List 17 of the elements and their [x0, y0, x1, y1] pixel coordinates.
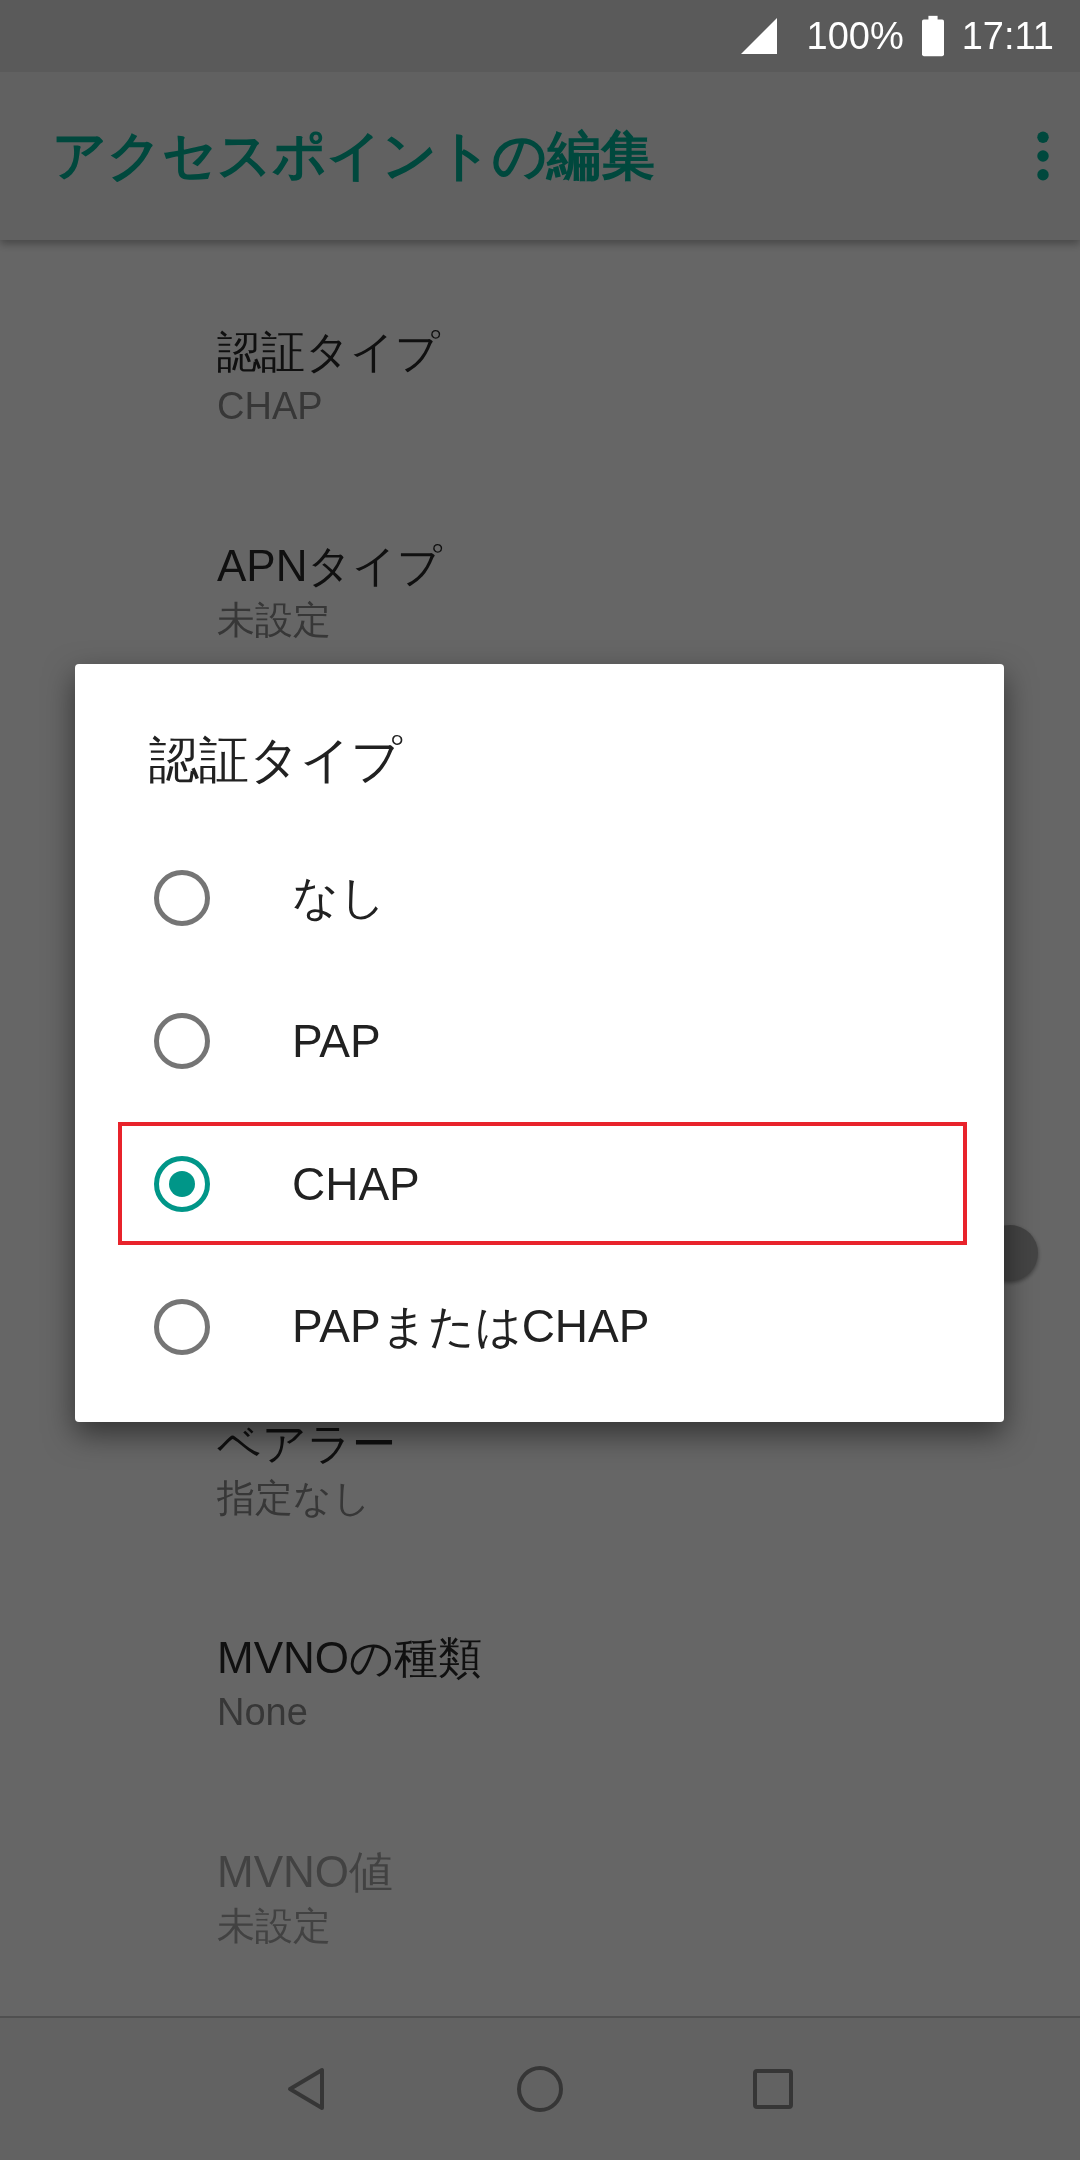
dialog-title: 認証タイプ	[149, 731, 402, 790]
clock: 17:11	[961, 14, 1054, 58]
radio-option[interactable]: PAP	[118, 979, 967, 1102]
screen-title: アクセスポイントの編集	[52, 123, 655, 187]
radio-option[interactable]: なし	[118, 836, 967, 959]
radio-option[interactable]: PAPまたはCHAP	[118, 1265, 967, 1388]
battery-percent: 100%	[806, 14, 904, 58]
radio-button[interactable]	[154, 1298, 210, 1355]
home-icon[interactable]	[515, 2064, 565, 2114]
battery-icon	[921, 15, 944, 57]
setting-title[interactable]: 認証タイプ	[217, 324, 440, 380]
radio-button[interactable]	[154, 1012, 210, 1069]
radio-option[interactable]: CHAP	[118, 1122, 967, 1245]
radio-button[interactable]	[154, 1155, 210, 1212]
radio-button[interactable]	[154, 869, 210, 926]
setting-title[interactable]: APNタイプ	[217, 538, 443, 594]
setting-title[interactable]: MVNOの種類	[217, 1630, 482, 1686]
